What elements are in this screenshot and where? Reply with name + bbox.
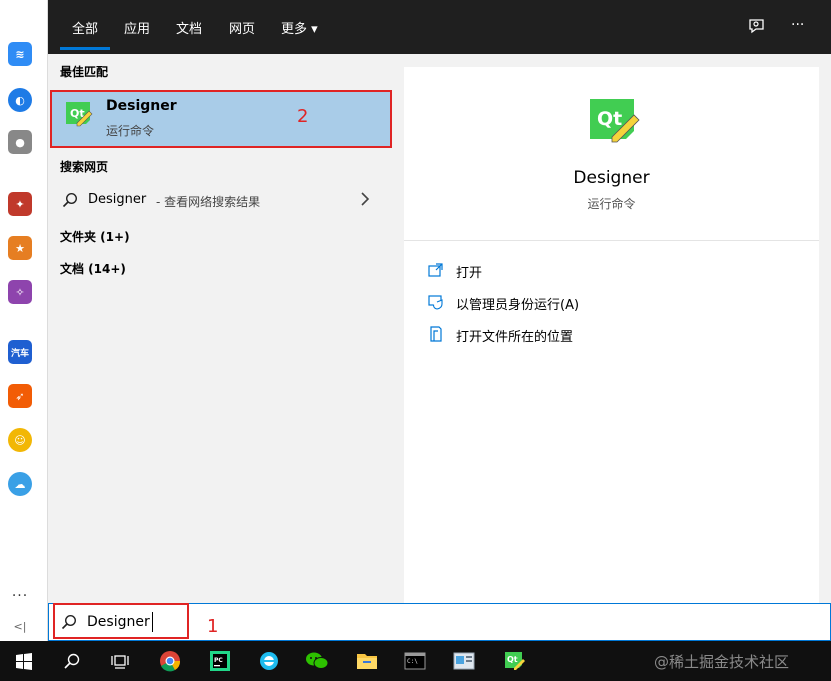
wechat-icon[interactable] <box>305 649 329 673</box>
action-open-file-location-label: 打开文件所在的位置 <box>456 330 574 345</box>
web-search-result[interactable]: Designer - 查看网络搜索结果 <box>48 186 388 216</box>
terminal-icon[interactable]: C:\ <box>403 649 427 673</box>
admin-run-icon <box>428 294 444 310</box>
web-search-heading: 搜索网页 <box>60 160 109 174</box>
active-tab-indicator <box>60 47 110 50</box>
search-box[interactable]: 1 <box>48 603 831 641</box>
watermark: @稀土掘金技术社区 <box>654 653 790 671</box>
file-explorer-icon[interactable] <box>355 649 379 673</box>
blue-app-icon[interactable]: ≋ <box>8 42 32 66</box>
qt-designer-icon: Qt <box>63 101 93 127</box>
left-app-strip: ≋ ◐ ● ✦ ★ ✧ 汽车 ➶ ☺ ☁ ··· <| <box>0 0 48 641</box>
action-run-as-admin[interactable]: 以管理员身份运行(A) <box>428 292 728 314</box>
game-app-3-icon[interactable]: ✧ <box>8 280 32 304</box>
annotation-label-1: 1 <box>207 616 219 637</box>
text-caret <box>152 612 153 632</box>
best-match-subtitle: 运行命令 <box>106 124 155 138</box>
detail-divider <box>404 240 819 241</box>
strip-collapse-button[interactable]: <| <box>10 620 30 638</box>
blue-circle-app-icon[interactable]: ◐ <box>8 88 32 112</box>
annotation-label-2: 2 <box>297 106 309 127</box>
taskbar: PC C:\ Qt @稀土掘金技术社区 <box>0 641 831 681</box>
open-icon <box>428 262 444 278</box>
svg-text:Qt: Qt <box>597 108 622 130</box>
tab-web[interactable]: 网页 <box>229 18 255 38</box>
qt-designer-icon: Qt <box>586 97 642 145</box>
yellow-app-icon[interactable]: ☺ <box>8 428 32 452</box>
results-panel: 最佳匹配 Qt Designer 运行命令 2 搜索网页 Designer - … <box>48 54 401 603</box>
cloud-app-icon[interactable]: ☁ <box>8 472 32 496</box>
feedback-icon[interactable] <box>748 17 766 39</box>
car-app-label: 汽车 <box>10 348 29 359</box>
tab-documents[interactable]: 文档 <box>176 18 202 38</box>
action-open[interactable]: 打开 <box>428 260 728 282</box>
windows-start-icon[interactable] <box>12 649 36 673</box>
chevron-right-icon[interactable] <box>358 190 372 208</box>
detail-panel: Qt Designer 运行命令 打开 以管理员身份运行(A) 打开文件所在的位… <box>404 67 819 603</box>
orange-app-icon[interactable]: ➶ <box>8 384 32 408</box>
game-app-2-icon[interactable]: ★ <box>8 236 32 260</box>
game-app-icon[interactable]: ✦ <box>8 192 32 216</box>
search-input[interactable] <box>87 610 187 634</box>
action-open-file-location[interactable]: 打开文件所在的位置 <box>428 324 728 346</box>
start-menu: 全部 应用 文档 网页 更多 ▾ ··· 最佳匹配 Qt Designer 运行… <box>48 0 831 603</box>
best-match-heading: 最佳匹配 <box>60 65 109 79</box>
action-run-as-admin-label: 以管理员身份运行(A) <box>456 298 580 313</box>
desktop-screen: ≋ ◐ ● ✦ ★ ✧ 汽车 ➶ ☺ ☁ ··· <| 全部 应用 文档 网页 … <box>0 0 831 681</box>
pycharm-icon[interactable]: PC <box>208 649 232 673</box>
search-tabs-bar: 全部 应用 文档 网页 更多 ▾ ··· <box>48 0 831 54</box>
svg-text:PC: PC <box>214 657 223 664</box>
car-app-icon[interactable]: 汽车 <box>8 340 32 364</box>
ie-icon[interactable] <box>257 649 281 673</box>
svg-text:Qt: Qt <box>507 655 518 664</box>
tab-apps[interactable]: 应用 <box>124 18 150 38</box>
web-search-description: - 查看网络搜索结果 <box>156 195 261 209</box>
detail-subtitle: 运行命令 <box>587 197 636 211</box>
chrome-icon[interactable] <box>158 649 182 673</box>
qt-designer-icon[interactable]: Qt <box>502 649 526 673</box>
tab-all[interactable]: 全部 <box>72 18 98 38</box>
best-match-title: Designer <box>106 98 177 114</box>
file-location-icon <box>428 326 444 342</box>
best-match-result[interactable]: Qt Designer 运行命令 <box>50 90 392 148</box>
apple-icon[interactable]: ● <box>8 130 32 154</box>
detail-title: Designer <box>573 168 650 188</box>
tab-more[interactable]: 更多 ▾ <box>281 18 318 38</box>
task-view-icon[interactable] <box>108 649 132 673</box>
search-icon[interactable] <box>60 649 84 673</box>
strip-more-button[interactable]: ··· <box>8 588 32 608</box>
category-documents[interactable]: 文档 (14+) <box>60 260 126 277</box>
action-open-label: 打开 <box>456 266 483 281</box>
search-icon <box>62 192 78 208</box>
svg-text:C:\: C:\ <box>407 658 418 665</box>
search-icon <box>61 614 77 630</box>
notes-app-icon[interactable] <box>452 649 476 673</box>
web-search-term: Designer <box>88 192 147 207</box>
category-folders[interactable]: 文件夹 (1+) <box>60 228 130 245</box>
ellipsis-icon[interactable]: ··· <box>791 17 804 33</box>
